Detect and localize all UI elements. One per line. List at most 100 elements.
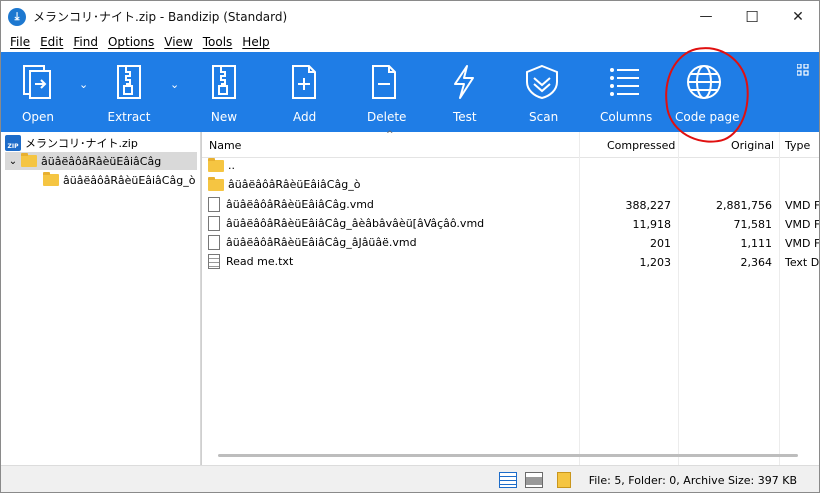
sort-ascending-icon: ^ [386,130,394,140]
new-archive-button[interactable]: New [201,52,247,132]
new-archive-icon [212,65,236,99]
delete-button[interactable]: Delete [361,52,407,132]
window-controls: — ☐ ✕ [683,1,819,32]
menu-bar: File Edit Find Options View Tools Help [1,32,819,52]
menu-options[interactable]: Options [103,35,159,49]
original-size: 1,111 [740,237,773,250]
scan-label: Scan [529,110,559,124]
tree-folder-selected[interactable]: ⌄ âüâëâôâRâèüEâiâCâg [5,152,197,170]
file-type: VMD F [785,199,820,212]
open-button[interactable]: Open [15,52,61,132]
menu-file[interactable]: File [5,35,35,49]
window-title: メランコリ･ナイト.zip - Bandizip (Standard) [33,10,288,24]
file-name-cell: .. [208,157,235,172]
columns-icon [610,68,639,96]
status-text: File: 5, Folder: 0, Archive Size: 397 KB [588,474,797,487]
menu-help[interactable]: Help [237,35,274,49]
column-compressed[interactable]: Compressed [607,139,675,152]
folder-icon [208,157,224,172]
file-icon [208,235,220,250]
add-button[interactable]: Add [281,52,327,132]
table-row[interactable]: âüâëâôâRâèüEâiâCâg_ò [202,176,819,196]
folder-tree: ZIP メランコリ･ナイト.zip ⌄ âüâëâôâRâèüEâiâCâg â… [1,132,201,465]
tree-subfolder-label: âüâëâôâRâèüEâiâCâg_ò [63,173,196,187]
compressed-size: 11,918 [632,218,672,231]
title-bar: ⤓ メランコリ･ナイト.zip - Bandizip (Standard) — … [1,1,819,32]
add-icon [292,65,316,99]
horizontal-scrollbar[interactable] [218,454,798,457]
extract-dropdown-chevron-icon[interactable]: ⌄ [170,78,179,91]
folder-icon [43,172,59,186]
file-name-cell: âüâëâôâRâèüEâiâCâg_âJâüâë.vmd [208,235,417,250]
menu-find[interactable]: Find [68,35,103,49]
menu-view[interactable]: View [159,35,197,49]
original-size: 71,581 [733,218,773,231]
column-name[interactable]: Name [209,139,241,152]
maximize-button[interactable]: ☐ [729,1,775,32]
zip-file-icon: ZIP [5,135,21,151]
code-page-button[interactable]: Code page [673,52,740,132]
bandizip-window: ⤓ メランコリ･ナイト.zip - Bandizip (Standard) — … [0,0,820,493]
table-row[interactable]: .. [202,157,819,177]
menu-edit[interactable]: Edit [35,35,68,49]
original-size: 2,881,756 [716,199,772,212]
file-name-cell: Read me.txt [208,254,293,269]
extract-label: Extract [107,110,151,124]
minimize-button[interactable]: — [683,1,729,32]
details-view-icon[interactable] [499,472,517,488]
file-icon [208,197,220,212]
file-name: âüâëâôâRâèüEâiâCâg_âèâbâvâèü[âVâçâô.vmd [226,217,485,230]
globe-icon [687,65,721,99]
code-page-label: Code page [675,110,740,124]
tree-subfolder[interactable]: âüâëâôâRâèüEâiâCâg_ò [43,171,195,189]
scan-icon [526,64,558,100]
menu-tools[interactable]: Tools [198,35,238,49]
file-type: Text D [785,256,820,269]
columns-label: Columns [600,110,653,124]
table-row[interactable]: âüâëâôâRâèüEâiâCâg_âJâüâë.vmd 201 1,111 VMD… [202,234,819,253]
table-row[interactable]: Read me.txt 1,203 2,364 Text D [202,253,820,272]
tree-folder-label: âüâëâôâRâèüEâiâCâg [41,154,162,168]
file-name: âüâëâôâRâèüEâiâCâg_âJâüâë.vmd [226,236,417,249]
test-button[interactable]: Test [441,52,487,132]
columns-button[interactable]: Columns [599,52,653,132]
close-button[interactable]: ✕ [775,1,819,32]
file-type: VMD F [785,218,820,231]
file-name: Read me.txt [226,255,294,268]
file-name: .. [228,159,235,172]
archive-info-icon[interactable] [557,472,571,488]
bandizip-app-icon[interactable]: ⤓ [8,7,26,26]
column-original[interactable]: Original [731,139,774,152]
layout-grid-icon[interactable] [797,64,809,76]
text-file-icon [208,254,220,269]
file-icon [208,216,220,231]
column-type[interactable]: Type [785,139,810,152]
original-size: 2,364 [740,256,773,269]
extract-icon [117,65,141,99]
scan-button[interactable]: Scan [519,52,565,132]
expand-chevron-icon[interactable]: ⌄ [5,156,21,167]
compressed-size: 201 [650,237,671,250]
file-name-cell: âüâëâôâRâèüEâiâCâg.vmd [208,197,374,212]
open-dropdown-chevron-icon[interactable]: ⌄ [79,78,88,91]
file-name-cell: âüâëâôâRâèüEâiâCâg_âèâbâvâèü[âVâçâô.vmd [208,216,484,231]
add-label: Add [293,110,317,124]
extract-button[interactable]: Extract [105,52,153,132]
test-icon [454,65,474,99]
new-label: New [210,110,238,124]
file-name-cell: âüâëâôâRâèüEâiâCâg_ò [208,176,360,191]
tree-root[interactable]: ZIP メランコリ･ナイト.zip [5,134,138,152]
thumbnail-view-icon[interactable] [525,472,543,488]
file-name: âüâëâôâRâèüEâiâCâg.vmd [226,198,374,211]
table-row[interactable]: âüâëâôâRâèüEâiâCâg_âèâbâvâèü[âVâçâô.vmd 1… [202,215,820,234]
folder-icon [21,153,37,167]
open-label: Open [21,110,55,124]
compressed-size: 1,203 [639,256,672,269]
delete-icon [372,65,396,99]
table-row[interactable]: âüâëâôâRâèüEâiâCâg.vmd 388,227 2,881,756 VM… [202,196,820,215]
folder-icon [208,176,224,191]
toolbar: Open ⌄ Extract ⌄ New Add Delete Test Sca… [1,52,819,132]
file-list: ^ Name Compressed Original Type .. âüâëâô… [202,130,820,465]
compressed-size: 388,227 [625,199,672,212]
test-label: Test [453,110,477,124]
